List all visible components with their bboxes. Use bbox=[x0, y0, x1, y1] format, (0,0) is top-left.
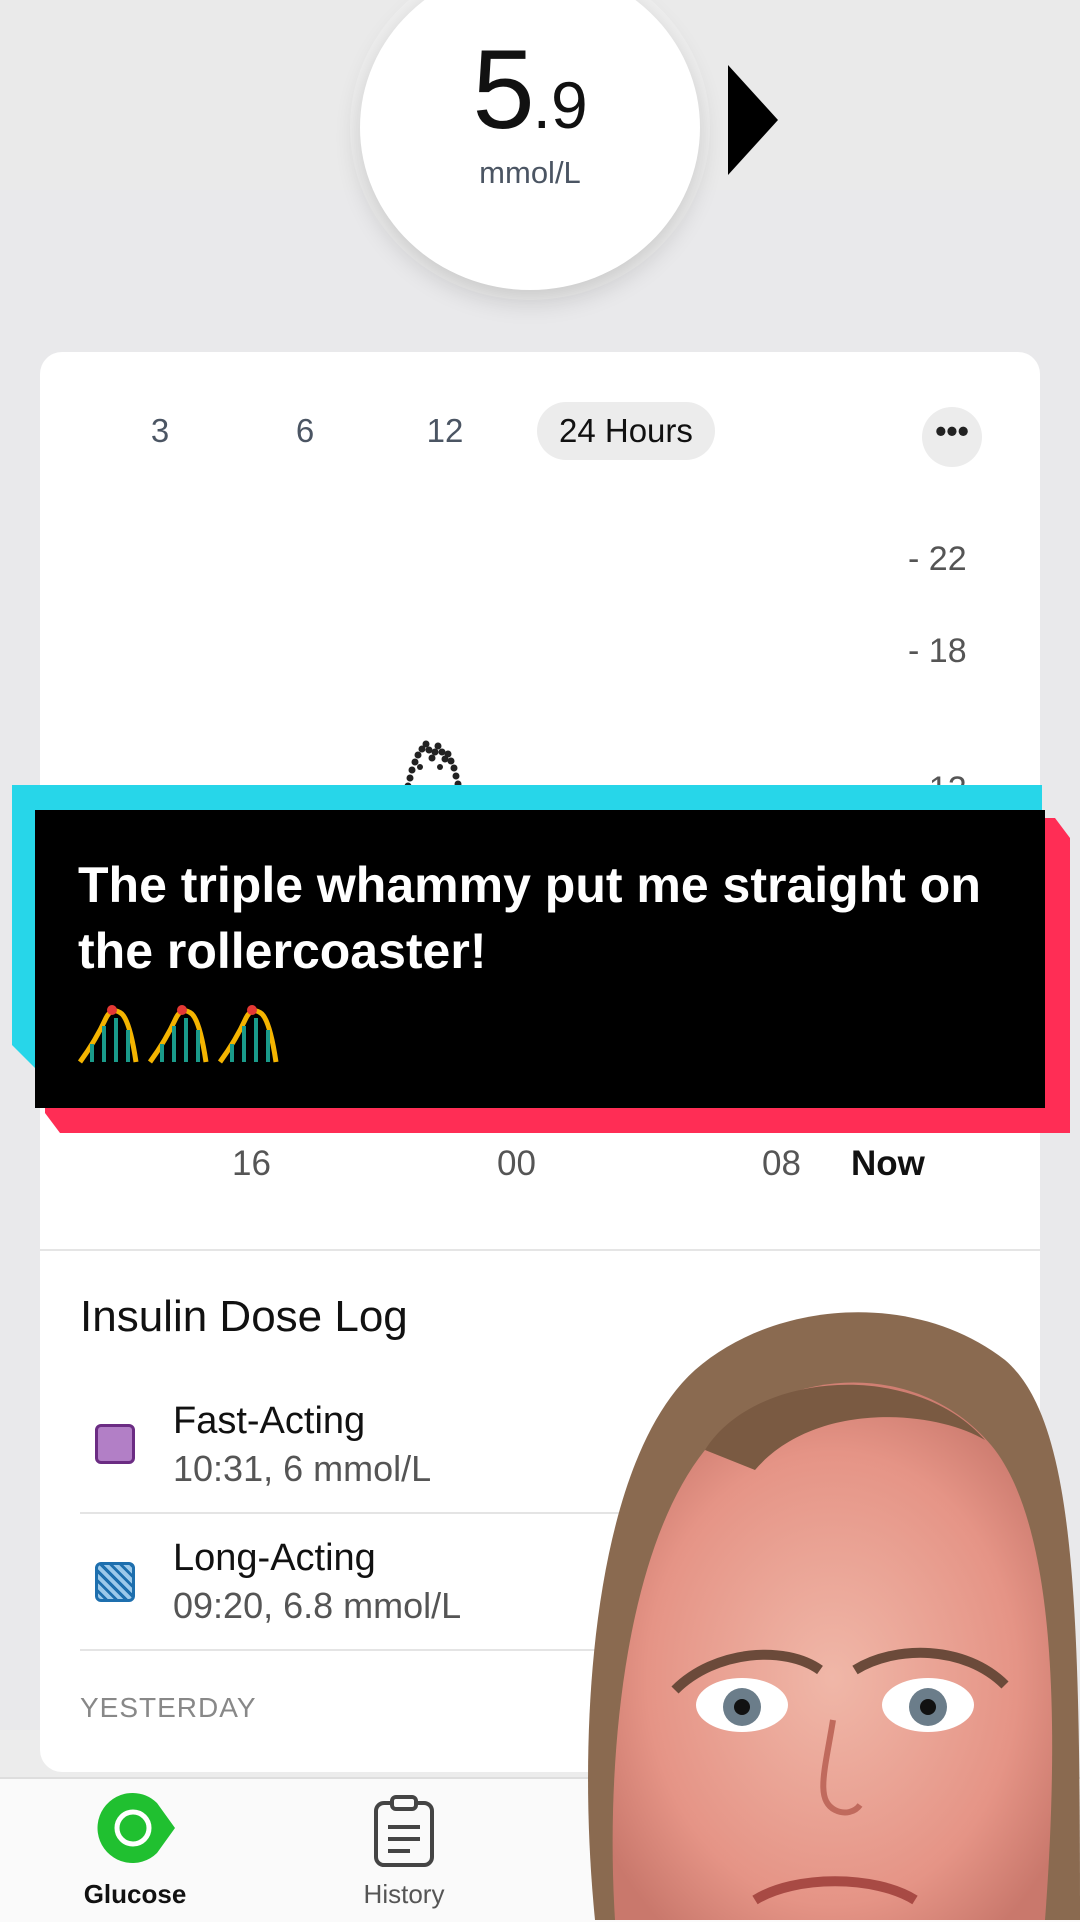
rollercoaster-icon bbox=[77, 1005, 139, 1064]
tab-12-hours[interactable]: 12 bbox=[410, 402, 480, 460]
dose-name: Long-Acting bbox=[173, 1537, 376, 1579]
glucose-value-main: 5 bbox=[472, 27, 534, 152]
y-axis-tick: - 22 bbox=[908, 540, 967, 578]
history-clipboard-icon bbox=[374, 1795, 434, 1867]
glucose-value: 5.9 bbox=[360, 25, 700, 154]
trend-right-arrow-icon bbox=[728, 65, 778, 175]
tab-label: Glucose bbox=[83, 1879, 187, 1909]
y-axis-tick: - 18 bbox=[908, 632, 967, 670]
glucose-icon bbox=[97, 1792, 175, 1863]
y-tick-22: 22 bbox=[928, 540, 967, 578]
glucose-unit: mmol/L bbox=[479, 155, 581, 190]
dose-detail: 10:31, 6 mmol/L bbox=[173, 1448, 432, 1489]
tab-history[interactable]: History bbox=[304, 1779, 504, 1922]
tab-3-hours[interactable]: 3 bbox=[130, 402, 190, 460]
section-divider bbox=[40, 1249, 1040, 1251]
section-label-yesterday: YESTERDAY bbox=[80, 1692, 257, 1723]
x-tick-08: 08 bbox=[762, 1144, 801, 1183]
rollercoaster-icon bbox=[217, 1005, 279, 1064]
more-options-button[interactable]: ••• bbox=[922, 407, 982, 467]
dose-name: Fast-Acting bbox=[173, 1400, 366, 1442]
insulin-log-title: Insulin Dose Log bbox=[80, 1292, 408, 1341]
x-tick-now: Now bbox=[851, 1144, 925, 1183]
person-video-overlay bbox=[588, 1312, 1080, 1920]
caption-text: The triple whammy put me straight on the… bbox=[78, 857, 981, 979]
rollercoaster-emoji-icons bbox=[77, 1005, 279, 1064]
x-tick-16: 16 bbox=[232, 1144, 271, 1183]
glucose-value-decimal: .9 bbox=[532, 68, 588, 142]
time-range-tabs: 3 6 12 24 Hours bbox=[40, 402, 1040, 462]
rollercoaster-icon bbox=[147, 1005, 209, 1064]
long-acting-icon bbox=[95, 1562, 135, 1602]
fast-acting-icon bbox=[95, 1424, 135, 1464]
tab-label: History bbox=[363, 1879, 445, 1909]
glucose-scatter-trace bbox=[404, 740, 462, 790]
tab-24-hours[interactable]: 24 Hours bbox=[537, 402, 715, 460]
x-tick-00: 00 bbox=[497, 1144, 536, 1183]
y-tick-18: 18 bbox=[928, 632, 967, 670]
dose-detail: 09:20, 6.8 mmol/L bbox=[173, 1585, 462, 1626]
tab-glucose[interactable]: Glucose bbox=[35, 1779, 235, 1922]
tab-6-hours[interactable]: 6 bbox=[275, 402, 335, 460]
